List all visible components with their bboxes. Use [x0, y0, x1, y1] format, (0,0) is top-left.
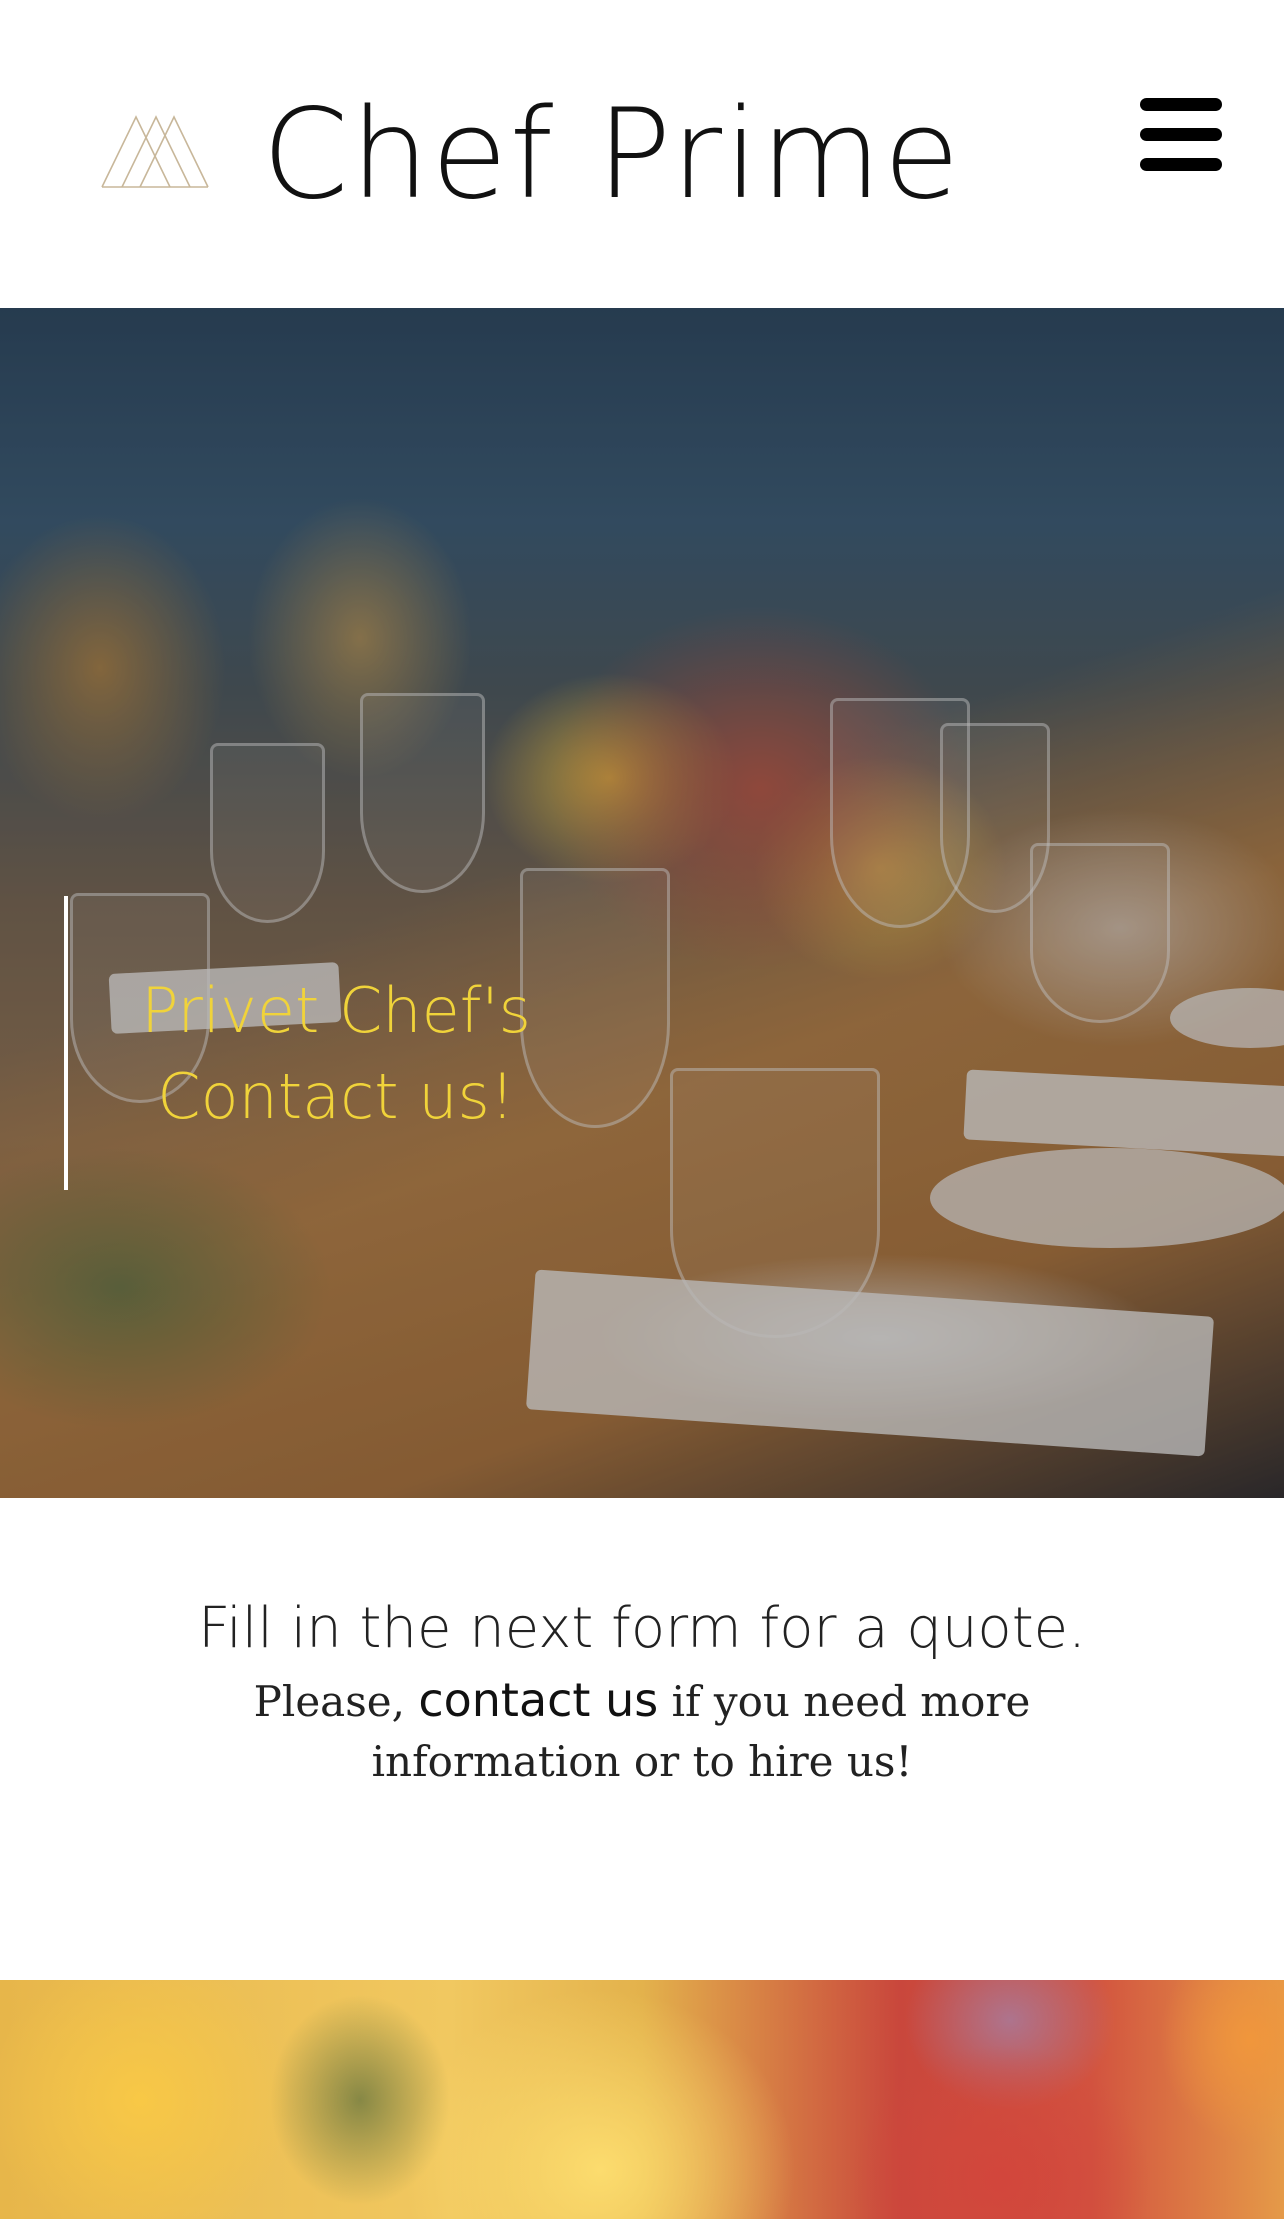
logo-icon[interactable] [100, 115, 210, 189]
flowers-image [0, 1980, 1284, 2219]
description-text: Please, [253, 1677, 419, 1726]
quote-info-section: Fill in the next form for a quote. Pleas… [0, 1498, 1284, 1980]
hamburger-menu-icon[interactable] [1138, 94, 1224, 174]
quote-description: Please, contact us if you need more info… [130, 1670, 1154, 1792]
hero-accent-bar [64, 896, 68, 1190]
site-header: Chef Prime [0, 0, 1284, 308]
brand-name[interactable]: Chef Prime [262, 80, 962, 230]
hero-title: Privet Chef's Contact us! [96, 968, 576, 1140]
hero-banner: Privet Chef's Contact us! [0, 308, 1284, 1498]
contact-us-link[interactable]: contact us [418, 1673, 658, 1727]
quote-heading: Fill in the next form for a quote. [198, 1596, 1086, 1661]
hero-title-line: Contact us! [157, 1060, 515, 1133]
hero-title-line: Privet Chef's [141, 974, 531, 1047]
hero-overlay [0, 308, 1284, 1498]
